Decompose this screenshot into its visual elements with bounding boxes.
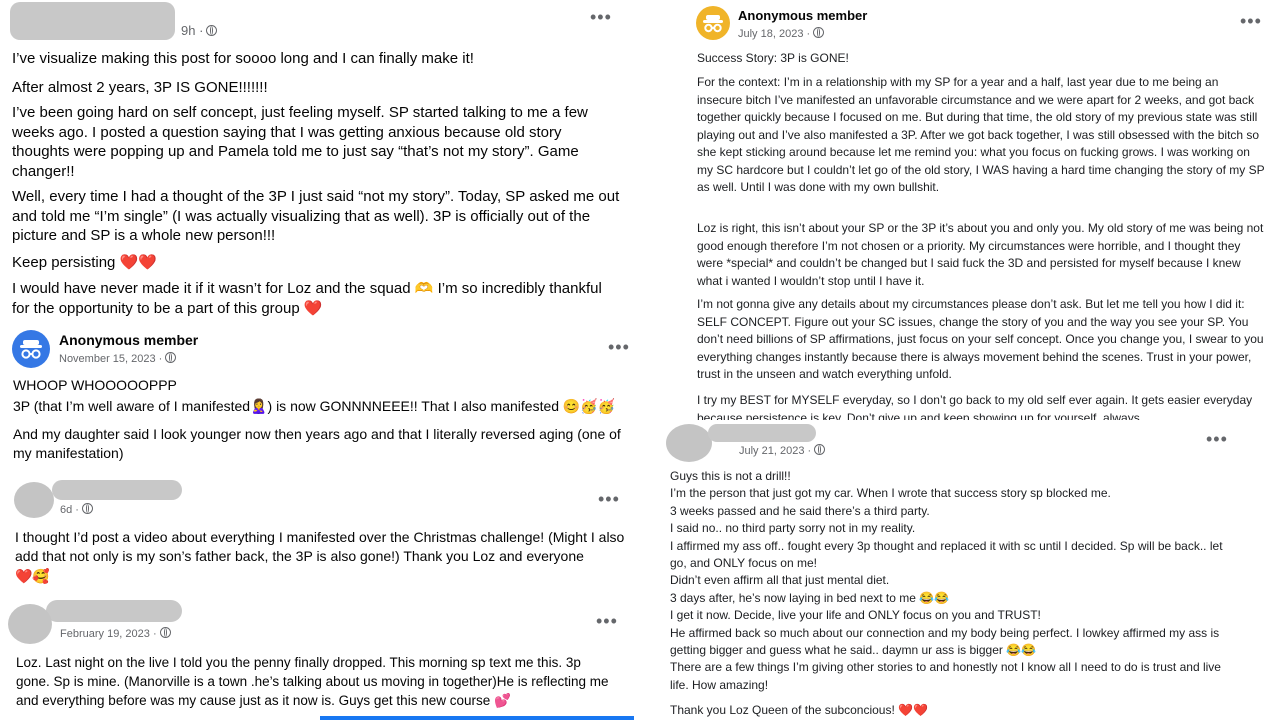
anonymous-avatar-icon[interactable] <box>12 330 50 368</box>
author-name[interactable]: Anonymous member <box>738 8 867 23</box>
post-paragraph: Loz is right, this isn’t about your SP o… <box>697 221 1264 288</box>
post-line: Guys this is not a drill!! <box>670 469 791 483</box>
blurred-author-name <box>10 2 175 40</box>
post-paragraph: Well, every time I had a thought of the … <box>12 188 620 244</box>
blurred-avatar <box>666 424 712 462</box>
post-card-2: Anonymous member November 15, 2023 · •••… <box>0 324 636 472</box>
globe-icon <box>813 27 825 38</box>
post-card-6: July 21, 2023 · ••• Guys this is not a d… <box>658 422 1244 720</box>
post-paragraph: For the context: I’m in a relationship w… <box>697 75 1265 194</box>
post-paragraph: After almost 2 years, 3P IS GONE!!!!!!! <box>12 79 268 96</box>
more-options-icon[interactable]: ••• <box>1206 430 1228 448</box>
post-line: Didn’t even affirm all that just mental … <box>670 573 890 588</box>
post-timestamp[interactable]: November 15, 2023 · <box>59 352 177 365</box>
post-line: 3 weeks passed and he said there’s a thi… <box>670 503 930 518</box>
post-line: I affirmed my ass off.. fought every 3p … <box>670 538 1223 571</box>
post-timestamp[interactable]: July 21, 2023 · <box>739 444 826 457</box>
thanks-text: I would have never made it if it wasn’t … <box>12 280 411 297</box>
blurred-author-name <box>708 424 816 442</box>
globe-icon <box>206 25 218 36</box>
post-line: I’m the person that just got my car. Whe… <box>670 486 1111 501</box>
more-options-icon[interactable]: ••• <box>608 338 630 356</box>
hearts-emoji: ❤️❤️ <box>119 254 157 271</box>
laughing-emoji: 😂😂 <box>919 590 950 605</box>
post-line: 3 days after, he’s now laying in bed nex… <box>670 590 950 605</box>
post-timestamp[interactable]: 6d · <box>60 503 93 516</box>
post-line: He affirmed back so much about our conne… <box>670 625 1220 658</box>
globe-icon <box>165 352 177 363</box>
post-paragraph: I’ve visualize making this post for sooo… <box>12 50 474 67</box>
laughing-emoji: 😂😂 <box>1006 643 1037 658</box>
post-line: I get it now. Decide, live your life and… <box>670 608 1041 623</box>
blurred-avatar <box>8 604 52 644</box>
post-line: I said no.. no third party sorry not in … <box>670 521 916 536</box>
post-paragraph: Success Story: 3P is GONE! <box>697 51 849 65</box>
post-line: There are a few things I’m giving other … <box>670 660 1221 692</box>
blurred-author-name <box>46 600 182 622</box>
celebration-emoji: 😊🥳🥳 <box>562 398 616 414</box>
post-card-5: Anonymous member July 18, 2023 · ••• Suc… <box>688 0 1280 420</box>
post-paragraph: And my daughter said I look younger now … <box>13 426 621 461</box>
post-paragraph: I try my BEST for MYSELF everyday, so I … <box>697 393 1253 420</box>
post-paragraph: Keep persisting ❤️❤️ <box>12 253 157 273</box>
heart-hands-emoji: 🫶 <box>414 280 434 297</box>
more-options-icon[interactable]: ••• <box>596 612 618 630</box>
blurred-avatar <box>14 482 54 518</box>
post-paragraph: WHOOP WHOOOOOPPP <box>13 377 177 393</box>
globe-icon <box>81 503 93 514</box>
post-paragraph: I’ve been going hard on self concept, ju… <box>12 104 588 180</box>
post-emoji: ❤️🥰 <box>15 568 50 584</box>
keep-persisting-text: Keep persisting <box>12 254 116 271</box>
post-paragraph: Loz. Last night on the live I told you t… <box>16 655 609 708</box>
post-paragraph: I’m not gonna give any details about my … <box>697 297 1264 381</box>
hearts-emoji: ❤️❤️ <box>898 703 929 718</box>
post-line: Thank you Loz Queen of the subconcious! … <box>670 703 929 718</box>
post-timestamp[interactable]: February 19, 2023 · <box>60 627 171 640</box>
post-paragraph: I thought I’d post a video about everyth… <box>15 529 625 564</box>
anonymous-avatar-icon[interactable] <box>696 6 730 40</box>
more-options-icon[interactable]: ••• <box>1240 12 1262 30</box>
globe-icon <box>159 627 171 638</box>
post-timestamp[interactable]: July 18, 2023 · <box>738 27 825 40</box>
post-body: Guys this is not a drill!! I’m the perso… <box>670 468 1234 720</box>
post-paragraph: 3P (that I’m well aware of I manifested🙎… <box>13 398 616 414</box>
post-card-4: February 19, 2023 · ••• Loz. Last night … <box>4 596 634 720</box>
blurred-author-name <box>52 480 182 500</box>
woman-emoji: 🙎‍♀️ <box>250 398 268 414</box>
post-paragraph: I would have never made it if it wasn’t … <box>12 279 622 318</box>
more-options-icon[interactable]: ••• <box>590 8 612 26</box>
author-name[interactable]: Anonymous member <box>59 332 198 348</box>
more-options-icon[interactable]: ••• <box>598 490 620 508</box>
post-card-1: 9h · ••• I’ve visualize making this post… <box>0 0 632 324</box>
post-card-3: 6d · ••• I thought I’d post a video abou… <box>4 474 634 594</box>
bottom-accent-bar <box>320 716 634 720</box>
post-timestamp[interactable]: 9h · <box>181 23 218 38</box>
globe-icon <box>814 444 826 455</box>
hearts-emoji: 💕 <box>494 693 511 708</box>
heart-emoji: ❤️ <box>303 299 323 317</box>
